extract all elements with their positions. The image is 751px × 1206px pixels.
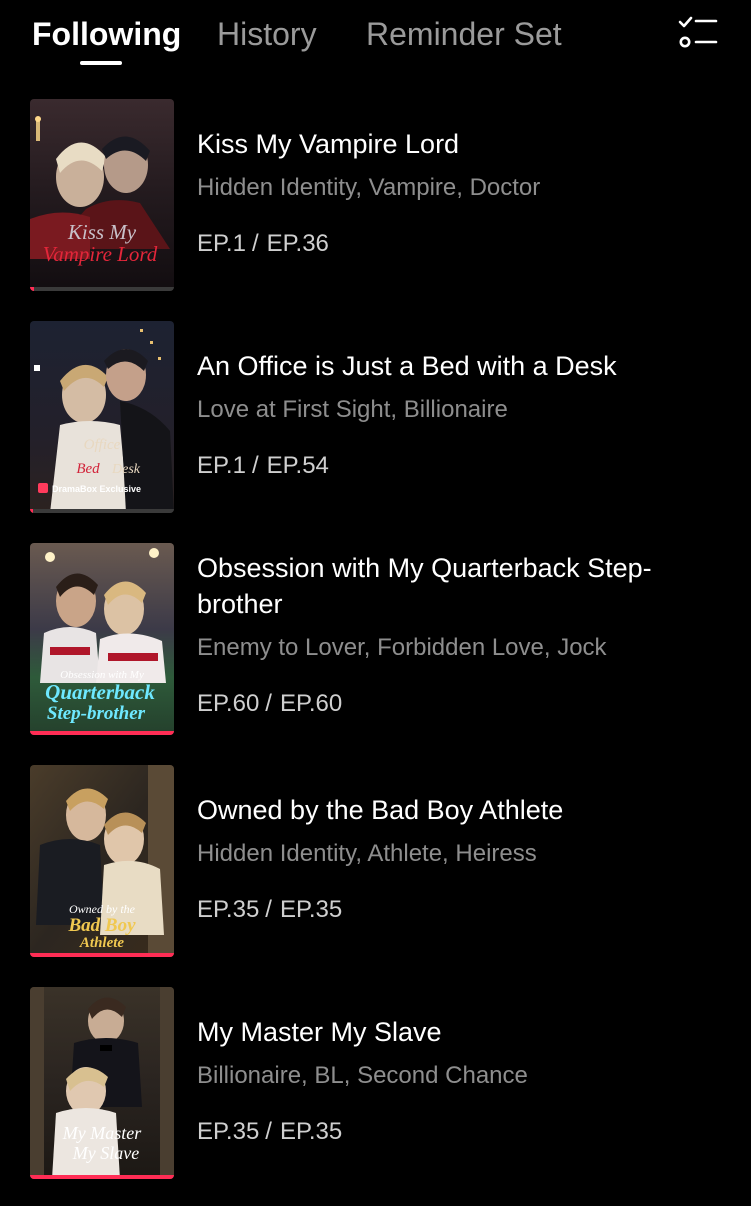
tab-history[interactable]: History xyxy=(217,14,317,54)
drama-cover[interactable]: Kiss My Vampire Lord xyxy=(30,99,174,291)
cover-title-line: Kiss My xyxy=(67,220,137,244)
dramabox-logo-icon xyxy=(38,483,48,493)
drama-cover[interactable]: Office Bed Desk DramaBox Exclusive xyxy=(30,321,174,513)
watch-progress-bar xyxy=(30,953,174,957)
total-episodes: EP.54 xyxy=(266,452,329,479)
total-episodes: EP.60 xyxy=(279,690,343,717)
list-item[interactable]: Office Bed Desk DramaBox Exclusive An Of… xyxy=(0,318,751,540)
drama-cover[interactable]: Owned by the Bad Boy Athlete xyxy=(30,765,174,957)
list-item[interactable]: Owned by the Bad Boy Athlete Owned by th… xyxy=(0,762,751,984)
cover-title-line: Athlete xyxy=(79,935,125,951)
watch-progress-fill xyxy=(30,1175,174,1179)
current-episode: EP.35 xyxy=(197,1118,260,1145)
drama-title[interactable]: An Office is Just a Bed with a Desk xyxy=(197,348,727,384)
drama-tags: Enemy to Lover, Forbidden Love, Jock xyxy=(197,634,607,661)
drama-tags: Hidden Identity, Athlete, Heiress xyxy=(197,840,537,867)
current-episode: EP.60 xyxy=(197,690,260,717)
current-episode: EP.35 xyxy=(197,896,260,923)
drama-title[interactable]: My Master My Slave xyxy=(197,1014,727,1050)
drama-title[interactable]: Kiss My Vampire Lord xyxy=(197,126,727,162)
active-tab-indicator xyxy=(80,61,122,65)
drama-info: An Office is Just a Bed with a Desk Love… xyxy=(197,348,727,482)
total-episodes: EP.35 xyxy=(279,1118,343,1145)
drama-tags: Hidden Identity, Vampire, Doctor xyxy=(197,174,541,201)
watch-progress-bar xyxy=(30,509,174,513)
top-tab-bar: Following History Reminder Set xyxy=(0,0,751,80)
cover-title-line: Step-brother xyxy=(47,703,146,724)
watch-progress-fill xyxy=(30,731,174,735)
cover-title-line: Office xyxy=(84,437,121,453)
cover-title-line: Bad Boy xyxy=(67,915,136,936)
watch-progress-fill xyxy=(30,953,174,957)
episode-progress: EP.60/EP.60 xyxy=(197,690,343,717)
watch-progress-fill xyxy=(30,509,33,513)
drama-info: Owned by the Bad Boy Athlete Hidden Iden… xyxy=(197,792,727,926)
watch-progress-fill xyxy=(30,287,35,291)
episode-progress: EP.35/EP.35 xyxy=(197,1118,343,1145)
drama-info: My Master My Slave Billionaire, BL, Seco… xyxy=(197,1014,727,1148)
cover-title-line: My Master xyxy=(62,1123,142,1143)
drama-cover[interactable]: Obsession with My Quarterback Step-broth… xyxy=(30,543,174,735)
episode-progress: EP.1/EP.36 xyxy=(197,230,329,257)
cover-badge: DramaBox Exclusive xyxy=(52,484,141,494)
watch-progress-bar xyxy=(30,1175,174,1179)
drama-tags: Billionaire, BL, Second Chance xyxy=(197,1062,528,1089)
watch-progress-bar xyxy=(30,731,174,735)
cover-title-line: Bed xyxy=(76,461,100,477)
drama-title[interactable]: Obsession with My Quarterback Step-broth… xyxy=(197,550,727,622)
episode-progress: EP.1/EP.54 xyxy=(197,452,329,479)
following-list: Kiss My Vampire Lord Kiss My Vampire Lor… xyxy=(0,96,751,1206)
cover-title-line: My Slave xyxy=(72,1143,139,1163)
cover-title-line: Desk xyxy=(111,462,141,477)
list-item[interactable]: Obsession with My Quarterback Step-broth… xyxy=(0,540,751,762)
checklist-icon xyxy=(678,16,718,48)
drama-title[interactable]: Owned by the Bad Boy Athlete xyxy=(197,792,727,828)
episode-progress: EP.35/EP.35 xyxy=(197,896,343,923)
tab-reminder-set[interactable]: Reminder Set xyxy=(366,14,562,54)
drama-info: Obsession with My Quarterback Step-broth… xyxy=(197,550,727,720)
drama-cover[interactable]: My Master My Slave xyxy=(30,987,174,1179)
cover-title-line: Vampire Lord xyxy=(43,242,158,266)
cover-title-line: Quarterback xyxy=(45,680,155,704)
list-item[interactable]: Kiss My Vampire Lord Kiss My Vampire Lor… xyxy=(0,96,751,318)
tab-following[interactable]: Following xyxy=(32,14,181,54)
total-episodes: EP.35 xyxy=(279,896,343,923)
drama-tags: Love at First Sight, Billionaire xyxy=(197,396,508,423)
manage-list-button[interactable] xyxy=(672,14,722,54)
drama-info: Kiss My Vampire Lord Hidden Identity, Va… xyxy=(197,126,727,260)
cover-title-line: Owned by the xyxy=(69,902,136,916)
current-episode: EP.1 xyxy=(197,230,246,257)
current-episode: EP.1 xyxy=(197,452,246,479)
watch-progress-bar xyxy=(30,287,174,291)
total-episodes: EP.36 xyxy=(266,230,329,257)
list-item[interactable]: My Master My Slave My Master My Slave Bi… xyxy=(0,984,751,1206)
